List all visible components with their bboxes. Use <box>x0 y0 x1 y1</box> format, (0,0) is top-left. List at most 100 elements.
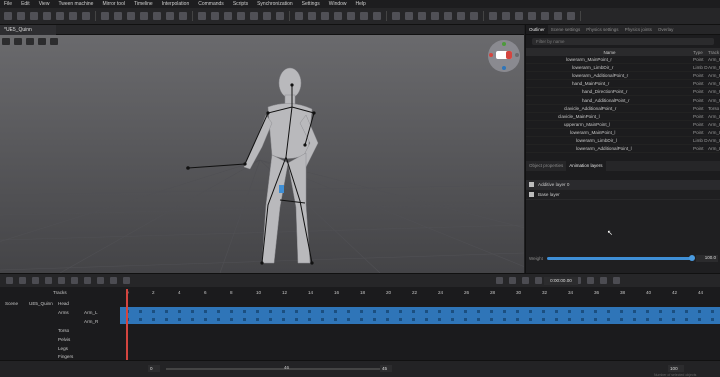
column-track[interactable]: Track <box>708 50 720 55</box>
keyframe-marker[interactable] <box>633 310 636 313</box>
orientation-gizmo[interactable] <box>488 40 520 72</box>
outliner-row[interactable]: lowerarm_AdditionalPoint_l Point Arm_L <box>526 145 720 154</box>
keyframe-marker[interactable] <box>191 310 194 313</box>
keyframe-clips[interactable] <box>120 307 720 324</box>
mirror-icon[interactable] <box>321 12 329 20</box>
keyframe-marker[interactable] <box>555 310 558 313</box>
keyframe-marker[interactable] <box>568 318 571 321</box>
keyframe-marker[interactable] <box>152 310 155 313</box>
menu-item[interactable]: Settings <box>302 1 320 7</box>
keyframe-marker[interactable] <box>529 310 532 313</box>
keyframe-marker[interactable] <box>373 310 376 313</box>
outliner-tab[interactable]: Scene settings <box>548 25 584 34</box>
keyframe-marker[interactable] <box>334 318 337 321</box>
track-row[interactable]: Pelvis <box>0 335 720 343</box>
keyframe-marker[interactable] <box>256 310 259 313</box>
keyframe-marker[interactable] <box>295 310 298 313</box>
select-icon[interactable] <box>444 12 452 20</box>
keyframe-marker[interactable] <box>438 310 441 313</box>
undo-icon[interactable] <box>4 12 12 20</box>
keyframe-marker[interactable] <box>633 318 636 321</box>
ik-icon[interactable] <box>276 12 284 20</box>
key-icon[interactable] <box>502 12 510 20</box>
view-icon[interactable] <box>26 38 34 45</box>
stop-icon[interactable] <box>522 277 529 284</box>
keyframe-marker[interactable] <box>230 310 233 313</box>
keyframe-marker[interactable] <box>685 310 688 313</box>
keyframe-marker[interactable] <box>386 310 389 313</box>
layer-item[interactable]: Base layer <box>526 190 720 200</box>
menu-item[interactable]: Mirror tool <box>102 1 125 7</box>
rotate-icon[interactable] <box>470 12 478 20</box>
keyframe-marker[interactable] <box>165 310 168 313</box>
keyframe-marker[interactable] <box>282 318 285 321</box>
time-field[interactable]: 0:00:00.00 <box>544 277 578 285</box>
keyframe-marker[interactable] <box>360 318 363 321</box>
play-back-icon[interactable] <box>509 277 516 284</box>
keyframe-marker[interactable] <box>490 318 493 321</box>
keyframe-marker[interactable] <box>581 318 584 321</box>
keyframe-marker[interactable] <box>230 318 233 321</box>
keyframe-marker[interactable] <box>399 318 402 321</box>
keyframe-marker[interactable] <box>516 318 519 321</box>
keyframe-marker[interactable] <box>620 318 623 321</box>
keyframe-marker[interactable] <box>646 318 649 321</box>
pose-icon[interactable] <box>541 12 549 20</box>
outliner-row[interactable]: lowerarm_MainPoint_l Point Arm_L <box>526 129 720 137</box>
menu-item[interactable]: Tween machine <box>58 1 93 7</box>
keyframe-marker[interactable] <box>607 310 610 313</box>
keyframe-marker[interactable] <box>282 310 285 313</box>
viewport-tab[interactable]: *UE5_Quinn <box>0 25 56 35</box>
track-row[interactable]: Torso <box>0 326 720 334</box>
keyframe-marker[interactable] <box>698 310 701 313</box>
keyframe-marker[interactable] <box>321 318 324 321</box>
move-icon[interactable] <box>457 12 465 20</box>
keyframe-marker[interactable] <box>451 310 454 313</box>
foot-icon[interactable] <box>153 12 161 20</box>
keyframe-marker[interactable] <box>542 318 545 321</box>
keyframe-marker[interactable] <box>516 310 519 313</box>
keyframe-marker[interactable] <box>438 318 441 321</box>
keyframe-marker[interactable] <box>347 310 350 313</box>
key-icon[interactable] <box>295 12 303 20</box>
mirror-icon[interactable] <box>84 277 91 284</box>
outliner-tab[interactable]: Physics settings <box>583 25 621 34</box>
delete-icon[interactable] <box>613 277 620 284</box>
keyframe-marker[interactable] <box>204 310 207 313</box>
keyframe-marker[interactable] <box>321 310 324 313</box>
pin-icon[interactable] <box>515 12 523 20</box>
outliner-tab[interactable]: Overlay <box>655 25 677 34</box>
sound-icon[interactable] <box>600 277 607 284</box>
menu-item[interactable]: Timeline <box>134 1 153 7</box>
keyframe-marker[interactable] <box>620 310 623 313</box>
menu-item[interactable]: Help <box>356 1 366 7</box>
weight-slider[interactable] <box>546 254 695 261</box>
fk-icon[interactable] <box>82 12 90 20</box>
ground-icon[interactable] <box>554 12 562 20</box>
keyframe-marker[interactable] <box>295 318 298 321</box>
keyframe-marker[interactable] <box>672 310 675 313</box>
menu-item[interactable]: Commands <box>198 1 224 7</box>
wing-icon[interactable] <box>179 12 187 20</box>
outliner-tab[interactable]: Outliner <box>526 25 548 34</box>
outliner-filter-input[interactable]: Filter by name <box>532 38 714 45</box>
checkbox-icon[interactable] <box>529 192 534 197</box>
outliner-tab[interactable]: Physics joints <box>622 25 655 34</box>
keyframe-marker[interactable] <box>568 310 571 313</box>
keyframe-marker[interactable] <box>191 318 194 321</box>
keyframe-marker[interactable] <box>542 310 545 313</box>
loop-icon[interactable] <box>123 277 130 284</box>
track-row[interactable]: Legs <box>0 344 720 352</box>
keyframe-marker[interactable] <box>594 318 597 321</box>
keyframe-marker[interactable] <box>165 318 168 321</box>
record-icon[interactable] <box>6 277 13 284</box>
keyframe-marker[interactable] <box>659 318 662 321</box>
outliner-row[interactable]: lowerarm_LimbDir_l Limb DArm_L <box>526 137 720 146</box>
keyframe-marker[interactable] <box>204 318 207 321</box>
keyframe-marker[interactable] <box>659 310 662 313</box>
keyframe-marker[interactable] <box>334 310 337 313</box>
redo-icon[interactable] <box>17 12 25 20</box>
keyframe-marker[interactable] <box>256 318 259 321</box>
foot-icon[interactable] <box>567 12 575 20</box>
slider-knob[interactable] <box>688 254 695 261</box>
